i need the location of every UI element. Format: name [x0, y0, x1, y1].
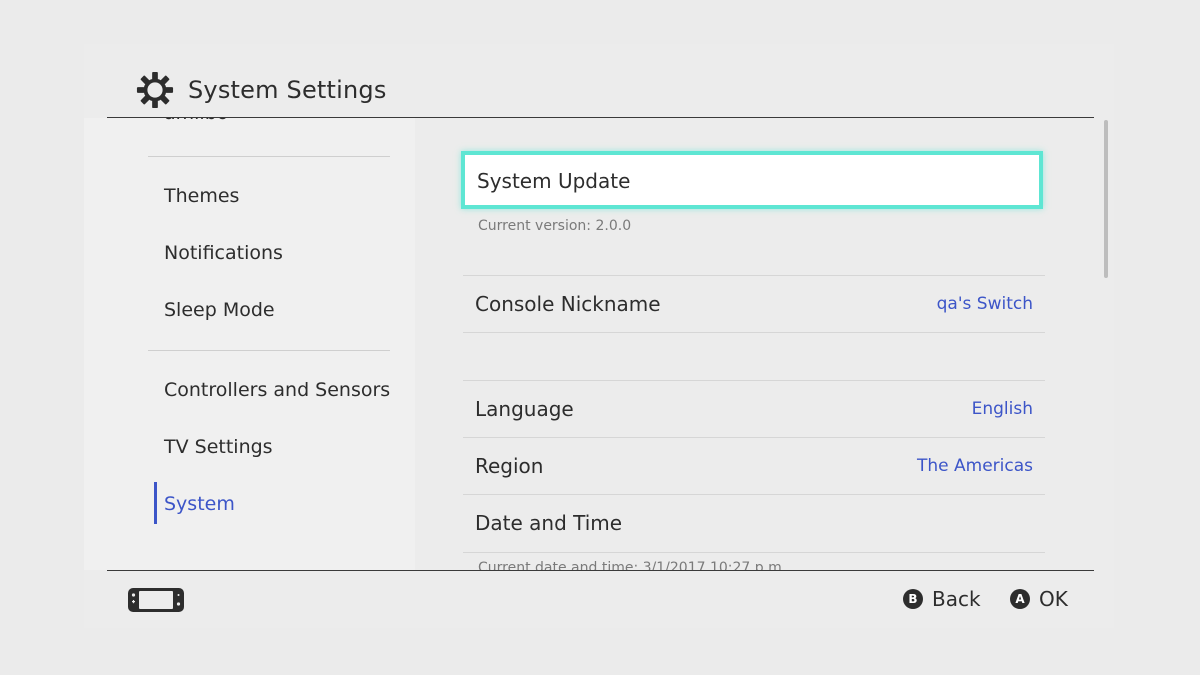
row-divider	[463, 332, 1045, 333]
sidebar: amiibo Themes Notifications Sleep Mode C…	[84, 118, 415, 570]
sidebar-item-tv-settings[interactable]: TV Settings	[164, 435, 273, 459]
gear-icon	[136, 71, 174, 109]
language-item[interactable]: Language English	[463, 381, 1045, 437]
language-label: Language	[475, 397, 574, 421]
scrollbar[interactable]	[1104, 120, 1108, 278]
switch-console-icon	[128, 588, 184, 612]
region-label: Region	[475, 454, 544, 478]
system-update-label: System Update	[477, 169, 631, 193]
b-button-icon: B	[903, 589, 923, 609]
sidebar-item-themes[interactable]: Themes	[164, 184, 239, 208]
back-button[interactable]: B Back	[903, 587, 981, 611]
sidebar-item-notifications[interactable]: Notifications	[164, 241, 283, 265]
sidebar-item-controllers-and-sensors[interactable]: Controllers and Sensors	[164, 378, 390, 402]
page-title: System Settings	[188, 76, 387, 104]
ok-label: OK	[1039, 587, 1068, 611]
console-nickname-value: qa's Switch	[936, 294, 1033, 314]
language-value: English	[971, 399, 1033, 419]
date-and-time-item[interactable]: Date and Time	[463, 495, 1045, 551]
current-version-text: Current version: 2.0.0	[478, 218, 632, 234]
sidebar-item-amiibo[interactable]: amiibo	[164, 118, 228, 124]
sidebar-item-system[interactable]: System	[164, 492, 235, 516]
ok-button[interactable]: A OK	[1010, 587, 1068, 611]
console-nickname-label: Console Nickname	[475, 292, 661, 316]
header: System Settings	[136, 68, 387, 112]
console-nickname-item[interactable]: Console Nickname qa's Switch	[463, 276, 1045, 332]
system-update-item[interactable]: System Update	[461, 151, 1043, 209]
sidebar-divider	[148, 350, 390, 351]
date-and-time-label: Date and Time	[475, 511, 623, 535]
row-divider	[463, 552, 1045, 553]
footer-divider	[107, 570, 1094, 571]
current-date-time-text: Current date and time: 3/1/2017 10:27 p.…	[478, 560, 787, 570]
back-label: Back	[932, 587, 981, 611]
a-button-icon: A	[1010, 589, 1030, 609]
region-value: The Americas	[916, 456, 1033, 476]
sidebar-item-sleep-mode[interactable]: Sleep Mode	[164, 298, 275, 322]
settings-list: System Update Current version: 2.0.0 Con…	[430, 118, 1095, 570]
active-indicator	[154, 482, 157, 524]
region-item[interactable]: Region The Americas	[463, 438, 1045, 494]
sidebar-divider	[148, 156, 390, 157]
